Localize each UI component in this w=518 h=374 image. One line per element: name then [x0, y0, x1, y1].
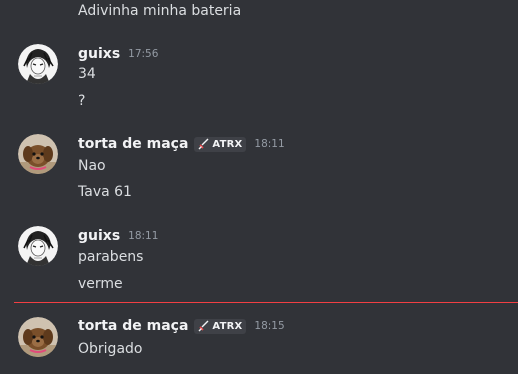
timestamp[interactable]: 18:15: [254, 319, 284, 333]
username[interactable]: guixs: [78, 227, 120, 245]
sword-icon: [198, 138, 209, 150]
timestamp[interactable]: 17:56: [128, 47, 158, 61]
username[interactable]: torta de maça: [78, 317, 188, 335]
message-text: 34: [78, 66, 96, 82]
username[interactable]: torta de maça: [78, 135, 188, 153]
manga-avatar-icon: [18, 44, 58, 84]
message-header: guixs 17:56: [78, 44, 158, 64]
manga-avatar-icon: [18, 226, 58, 266]
message-text: Obrigado: [78, 341, 143, 357]
message-text: ?: [78, 93, 86, 109]
message-text: Nao: [78, 158, 106, 174]
avatar[interactable]: [18, 317, 58, 357]
timestamp[interactable]: 18:11: [128, 229, 158, 243]
message-text: verme: [78, 276, 123, 292]
message-header: guixs 18:11: [78, 226, 158, 246]
message-header: torta de maça ATRX 18:11: [78, 134, 285, 154]
dog-avatar-icon: [18, 317, 58, 357]
avatar[interactable]: [18, 226, 58, 266]
message-header: torta de maça ATRX 18:15: [78, 316, 285, 336]
guild-tag-label: ATRX: [212, 320, 243, 332]
message-text: Tava 61: [78, 184, 132, 200]
sword-icon: [198, 320, 209, 332]
guild-tag[interactable]: ATRX: [194, 318, 247, 334]
guild-tag[interactable]: ATRX: [194, 136, 247, 152]
message-text: parabens: [78, 249, 144, 265]
username[interactable]: guixs: [78, 45, 120, 63]
timestamp[interactable]: 18:11: [254, 137, 284, 151]
dog-avatar-icon: [18, 134, 58, 174]
guild-tag-label: ATRX: [212, 138, 243, 150]
message-text: Adivinha minha bateria: [78, 3, 242, 19]
new-messages-divider: [14, 302, 518, 303]
avatar[interactable]: [18, 134, 58, 174]
avatar[interactable]: [18, 44, 58, 84]
